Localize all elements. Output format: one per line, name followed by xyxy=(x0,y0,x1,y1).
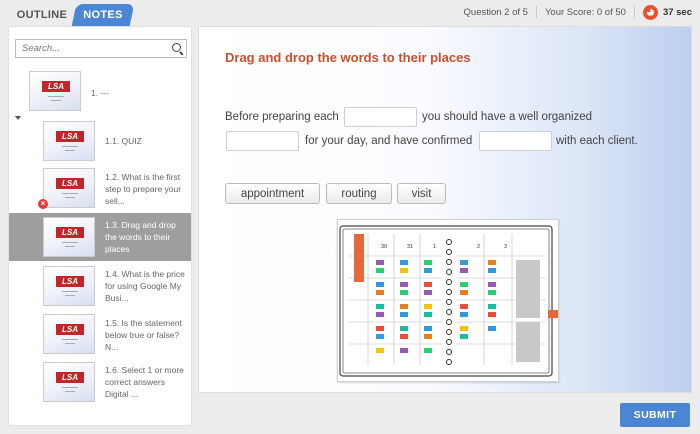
slide-thumbnail: LSA xyxy=(43,168,95,208)
outline-item-section[interactable]: LSA 1. --- xyxy=(9,69,191,115)
outline-item-true-false[interactable]: LSA 1.5. Is the statement below true or … xyxy=(9,310,191,358)
divider xyxy=(633,6,635,18)
word-chip-routing[interactable]: routing xyxy=(326,183,392,204)
timer-display: 37 sec xyxy=(662,6,692,18)
thumb-text-line xyxy=(62,291,78,292)
slide-thumbnail: LSA xyxy=(43,362,95,402)
sentence-part: Before preparing each xyxy=(225,111,339,123)
question-panel: Drag and drop the words to their places … xyxy=(198,26,692,393)
tab-notes[interactable]: NOTES xyxy=(74,4,132,26)
drop-zone-3[interactable] xyxy=(479,131,552,151)
outline-item-price[interactable]: LSA 1.4. What is the price for using Goo… xyxy=(9,262,191,310)
outline-item-label: 1.1. QUIZ xyxy=(105,136,142,146)
lsa-logo: LSA xyxy=(42,81,70,92)
planner-bookmark xyxy=(354,234,364,282)
outline-item-label: 1.2. What is the first step to prepare y… xyxy=(105,172,182,206)
incorrect-icon: × xyxy=(38,199,48,209)
question-progress: Question 2 of 5 xyxy=(463,6,528,18)
outline-item-label: 1.4. What is the price for using Google … xyxy=(105,269,185,303)
question-heading: Drag and drop the words to their places xyxy=(225,50,471,65)
thumb-text-line xyxy=(48,96,64,97)
thumb-text-line xyxy=(62,387,78,388)
submit-button[interactable]: SUBMIT xyxy=(620,403,690,427)
lsa-logo: LSA xyxy=(56,276,84,287)
tab-notes-label: NOTES xyxy=(83,9,123,21)
thumb-text-line xyxy=(65,197,75,198)
planner-day: 31 xyxy=(407,244,413,250)
thumb-text-line xyxy=(62,242,78,243)
lsa-logo: LSA xyxy=(56,178,84,189)
search-input[interactable] xyxy=(16,43,166,54)
drop-zone-1[interactable] xyxy=(344,107,417,127)
tab-outline[interactable]: OUTLINE xyxy=(8,4,76,26)
divider xyxy=(535,6,537,18)
thumb-text-line xyxy=(65,295,75,296)
sentence-part: with each client. xyxy=(556,135,638,147)
planner-day: 2 xyxy=(477,244,480,250)
slide-thumbnail: LSA xyxy=(29,71,81,111)
thumb-text-line xyxy=(51,100,61,101)
thumb-text-line xyxy=(65,150,75,151)
lsa-logo: LSA xyxy=(56,324,84,335)
drop-zone-2[interactable] xyxy=(226,131,299,151)
outline-item-select-answers[interactable]: LSA 1.6. Select 1 or more correct answer… xyxy=(9,359,191,407)
lsa-logo: LSA xyxy=(56,372,84,383)
outline-item-drag-drop[interactable]: LSA 1.3. Drag and drop the words to thei… xyxy=(9,213,191,261)
outline-item-label: 1. --- xyxy=(91,88,109,98)
word-chip-appointment[interactable]: appointment xyxy=(225,183,320,204)
score-display: Your Score: 0 of 50 xyxy=(544,6,626,18)
lsa-logo: LSA xyxy=(56,131,84,142)
sentence-part: you should have a well organized xyxy=(422,111,593,123)
timer-icon xyxy=(642,4,658,20)
slide-thumbnail: LSA xyxy=(43,121,95,161)
thumb-text-line xyxy=(62,339,78,340)
outline-item-label: 1.6. Select 1 or more correct answers Di… xyxy=(105,365,184,399)
status-bar: Question 2 of 5 Your Score: 0 of 50 37 s… xyxy=(464,0,692,24)
outline-item-label: 1.3. Drag and drop the words to their pl… xyxy=(105,220,176,254)
thumb-text-line xyxy=(62,193,78,194)
sentence-part: for your day, and have confirmed xyxy=(305,135,473,147)
planner-day: 3 xyxy=(504,244,507,250)
planner-side-tab xyxy=(548,310,558,318)
thumb-text-line xyxy=(62,146,78,147)
slide-thumbnail: LSA xyxy=(43,217,95,257)
slide-thumbnail: LSA xyxy=(43,266,95,306)
outline-item-first-step[interactable]: LSA × 1.2. What is the first step to pre… xyxy=(9,165,191,213)
planner-day: 30 xyxy=(381,244,387,250)
outline-item-label: 1.5. Is the statement below true or fals… xyxy=(105,318,183,352)
thumb-text-line xyxy=(65,246,75,247)
search-box xyxy=(15,39,187,58)
thumb-text-line xyxy=(65,391,75,392)
search-icon[interactable] xyxy=(172,43,181,52)
planner-image: 29 30 31 1 2 3 xyxy=(337,219,559,382)
slide-thumbnail: LSA xyxy=(43,314,95,354)
word-chip-visit[interactable]: visit xyxy=(397,183,446,204)
planner-day: 1 xyxy=(433,244,436,250)
lsa-logo: LSA xyxy=(56,227,84,238)
outline-item-quiz[interactable]: LSA 1.1. QUIZ xyxy=(9,118,191,165)
outline-sidebar: LSA 1. --- LSA 1.1. QUIZ LSA × 1.2. What… xyxy=(8,26,192,426)
thumb-text-line xyxy=(65,343,75,344)
planner-illustration: 29 30 31 1 2 3 xyxy=(339,225,558,377)
